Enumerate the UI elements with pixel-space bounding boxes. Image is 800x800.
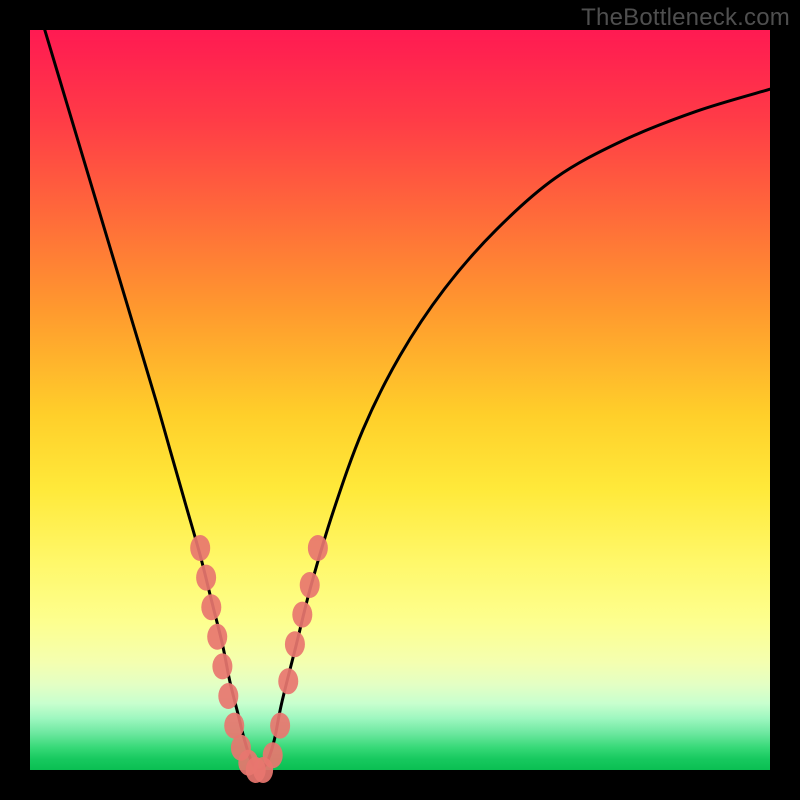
bottleneck-curve xyxy=(45,30,770,770)
sample-point xyxy=(270,713,290,739)
sample-point xyxy=(201,594,221,620)
sample-point xyxy=(278,668,298,694)
watermark-label: TheBottleneck.com xyxy=(581,4,790,32)
sample-point xyxy=(224,713,244,739)
chart-frame: TheBottleneck.com xyxy=(0,0,800,800)
sample-point xyxy=(218,683,238,709)
sample-point xyxy=(292,602,312,628)
sample-point xyxy=(285,631,305,657)
curve-overlay xyxy=(30,30,770,770)
sample-point xyxy=(190,535,210,561)
plot-area xyxy=(30,30,770,770)
sample-point xyxy=(207,624,227,650)
sample-point xyxy=(300,572,320,598)
sample-point xyxy=(196,565,216,591)
sample-point xyxy=(263,742,283,768)
sample-point xyxy=(308,535,328,561)
sample-point xyxy=(212,653,232,679)
